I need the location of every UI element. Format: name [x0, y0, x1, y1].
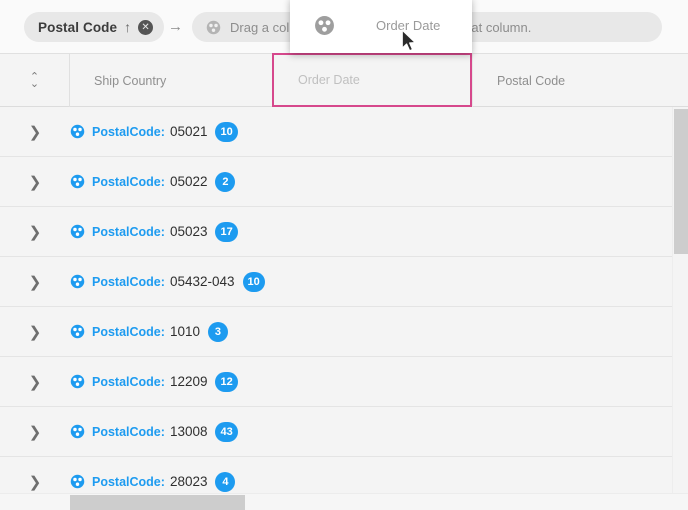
- table-row[interactable]: ❯ PostalCode: 1010 3: [0, 307, 688, 357]
- group-value: 1010: [169, 324, 200, 339]
- group-count-badge: 12: [215, 371, 238, 392]
- column-header-label: Order Date: [298, 73, 360, 87]
- sort-indicator-cell[interactable]: ⌃ ⌄: [0, 54, 70, 107]
- group-key-label: PostalCode:: [92, 324, 165, 339]
- group-value: 05023: [169, 224, 208, 239]
- column-header-postal-code[interactable]: Postal Code: [472, 54, 672, 107]
- expand-chevron-icon[interactable]: ❯: [0, 273, 70, 291]
- group-icon: [206, 20, 221, 35]
- column-header-order-date-drop-target[interactable]: Order Date: [272, 53, 472, 107]
- group-count-badge: 3: [207, 321, 228, 342]
- group-value: 05022: [169, 174, 208, 189]
- sort-updown-icon[interactable]: ⌃ ⌄: [29, 71, 40, 90]
- table-row[interactable]: ❯ PostalCode: 13008 43: [0, 407, 688, 457]
- data-grid: ⌃ ⌄ Ship Country Order Date Postal Code …: [0, 53, 688, 510]
- group-row-content: PostalCode: 05022 2: [70, 171, 236, 192]
- group-row-content: PostalCode: 05021 10: [70, 121, 238, 142]
- expand-chevron-icon[interactable]: ❯: [0, 173, 70, 191]
- group-value: 05021: [169, 124, 208, 139]
- drag-ghost-panel: Order Date: [290, 0, 472, 53]
- group-icon: [70, 274, 85, 289]
- column-header-ship-country[interactable]: Ship Country: [70, 54, 272, 107]
- sort-down-glyph: ⌄: [29, 77, 40, 90]
- group-icon: [314, 15, 335, 36]
- grid-header-row: ⌃ ⌄ Ship Country Order Date Postal Code: [0, 53, 688, 107]
- horizontal-scrollbar-thumb[interactable]: [70, 495, 245, 510]
- group-count-badge: 4: [215, 471, 236, 492]
- grid-body: ❯ PostalCode: 05021 10 ❯ PostalCode: 05022 2 ❯ Po…: [0, 107, 688, 510]
- expand-chevron-icon[interactable]: ❯: [0, 223, 70, 241]
- expand-chevron-icon[interactable]: ❯: [0, 123, 70, 141]
- expand-chevron-icon[interactable]: ❯: [0, 373, 70, 391]
- group-chip-label: Postal Code: [38, 19, 118, 35]
- column-header-label: Ship Country: [94, 73, 167, 88]
- expand-chevron-icon[interactable]: ❯: [0, 423, 70, 441]
- group-icon: [70, 324, 85, 339]
- close-icon[interactable]: ✕: [138, 19, 154, 35]
- grid-application: Postal Code ↑ ✕ → Drag a column header h…: [0, 0, 688, 510]
- table-row[interactable]: ❯ PostalCode: 05023 17: [0, 207, 688, 257]
- group-icon: [70, 224, 85, 239]
- group-chip-postal-code[interactable]: Postal Code ↑ ✕: [24, 12, 165, 42]
- group-icon: [70, 174, 85, 189]
- sort-ascending-icon[interactable]: ↑: [124, 20, 131, 35]
- group-icon: [70, 474, 85, 489]
- group-icon: [70, 124, 85, 139]
- group-row-content: PostalCode: 13008 43: [70, 421, 238, 442]
- drag-ghost-label: Order Date: [376, 18, 441, 33]
- group-key-label: PostalCode:: [92, 224, 165, 239]
- table-row[interactable]: ❯ PostalCode: 05022 2: [0, 157, 688, 207]
- group-value: 28023: [169, 474, 208, 489]
- expand-chevron-icon[interactable]: ❯: [0, 473, 70, 491]
- group-count-badge: 10: [242, 271, 265, 292]
- group-row-content: PostalCode: 28023 4: [70, 471, 236, 492]
- group-count-badge: 10: [215, 121, 238, 142]
- group-key-label: PostalCode:: [92, 424, 165, 439]
- expand-chevron-icon[interactable]: ❯: [0, 323, 70, 341]
- arrow-right-icon: →: [168, 18, 183, 35]
- group-icon: [70, 424, 85, 439]
- group-key-label: PostalCode:: [92, 474, 165, 489]
- group-key-label: PostalCode:: [92, 174, 165, 189]
- group-row-content: PostalCode: 05023 17: [70, 221, 238, 242]
- group-key-label: PostalCode:: [92, 374, 165, 389]
- group-value: 12209: [169, 374, 208, 389]
- group-row-content: PostalCode: 1010 3: [70, 321, 228, 342]
- group-count-badge: 17: [215, 221, 238, 242]
- table-row[interactable]: ❯ PostalCode: 12209 12: [0, 357, 688, 407]
- table-row[interactable]: ❯ PostalCode: 05021 10: [0, 107, 688, 157]
- group-row-content: PostalCode: 05432-043 10: [70, 271, 265, 292]
- group-row-content: PostalCode: 12209 12: [70, 371, 238, 392]
- vertical-scrollbar-thumb[interactable]: [674, 109, 688, 254]
- group-count-badge: 2: [215, 171, 236, 192]
- vertical-scrollbar[interactable]: [672, 107, 688, 510]
- group-value: 05432-043: [169, 274, 235, 289]
- group-key-label: PostalCode:: [92, 124, 165, 139]
- group-icon: [70, 374, 85, 389]
- group-value: 13008: [169, 424, 208, 439]
- group-count-badge: 43: [215, 421, 238, 442]
- column-header-label: Postal Code: [497, 73, 566, 88]
- horizontal-scrollbar[interactable]: [0, 493, 688, 510]
- group-key-label: PostalCode:: [92, 274, 165, 289]
- table-row[interactable]: ❯ PostalCode: 05432-043 10: [0, 257, 688, 307]
